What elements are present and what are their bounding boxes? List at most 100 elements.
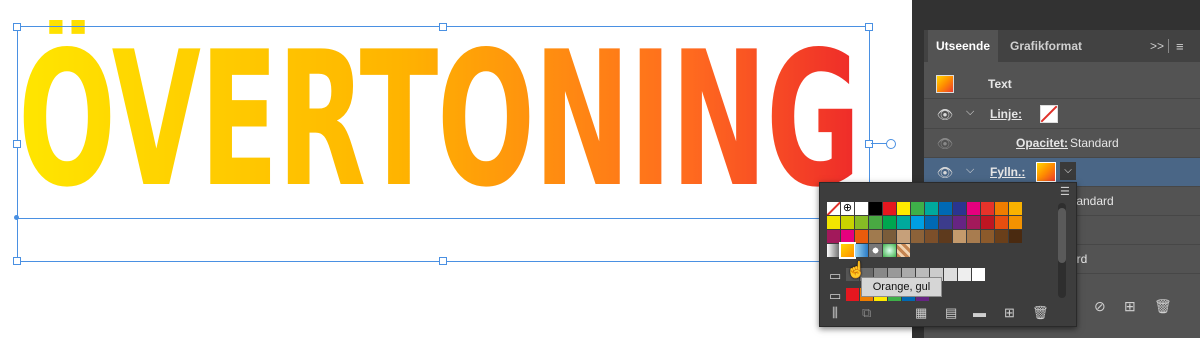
- swatch[interactable]: [869, 230, 882, 243]
- swatch[interactable]: [827, 230, 840, 243]
- swatch[interactable]: [883, 202, 896, 215]
- resize-handle-ml[interactable]: [13, 140, 21, 148]
- chevron-down-icon[interactable]: ⌵: [966, 164, 974, 177]
- swatch[interactable]: [827, 216, 840, 229]
- swatch[interactable]: [1009, 202, 1022, 215]
- tab-utseende[interactable]: Utseende: [928, 30, 999, 62]
- swatch[interactable]: [953, 202, 966, 215]
- swatch[interactable]: [897, 202, 910, 215]
- swatch[interactable]: [911, 230, 924, 243]
- swatch[interactable]: [897, 216, 910, 229]
- swatch[interactable]: [883, 230, 896, 243]
- delete-swatch-icon[interactable]: 🗑: [1032, 305, 1049, 321]
- row-stroke[interactable]: 👁 ⌵ Linje:: [924, 100, 1200, 129]
- swatch[interactable]: [995, 230, 1008, 243]
- object-thumbnail: [936, 75, 954, 93]
- swatch-registration[interactable]: ⊕: [841, 202, 854, 215]
- swatch[interactable]: [925, 202, 938, 215]
- color-group-folder-icon[interactable]: ▭: [829, 288, 841, 304]
- swatch[interactable]: [953, 216, 966, 229]
- eye-icon[interactable]: 👁: [932, 107, 958, 123]
- swatch-gradient-green[interactable]: [883, 244, 896, 257]
- swatch-grid: ⊕: [827, 202, 1022, 259]
- swatch[interactable]: [981, 202, 994, 215]
- fill-dropdown-chevron-icon[interactable]: ⌵: [1060, 162, 1076, 180]
- swatch[interactable]: [846, 288, 859, 301]
- swatch[interactable]: [939, 230, 952, 243]
- swatch-options-icon[interactable]: ▦: [915, 305, 927, 321]
- swatch[interactable]: [939, 216, 952, 229]
- swatch[interactable]: [967, 216, 980, 229]
- chevron-down-icon[interactable]: ⌵: [966, 106, 974, 119]
- swatch-pattern-brown[interactable]: [897, 244, 910, 257]
- row-text-object[interactable]: Text: [924, 70, 1200, 99]
- swatch-scrollbar[interactable]: [1058, 203, 1066, 298]
- swatch[interactable]: [883, 216, 896, 229]
- swatch[interactable]: [869, 216, 882, 229]
- resize-handle-mr[interactable]: [865, 140, 873, 148]
- divider: [1168, 39, 1169, 53]
- swatch[interactable]: [925, 216, 938, 229]
- swatch[interactable]: [995, 216, 1008, 229]
- swatches-popup[interactable]: ☰ ⊕ ▭ ▭ ⫼ ⧉ ▦ ▤ ▬ ⊞ 🗑: [819, 182, 1077, 327]
- clear-appearance-icon[interactable]: ⊘: [1094, 298, 1106, 315]
- text-anchor-dot[interactable]: [14, 215, 19, 220]
- swatch[interactable]: [1009, 230, 1022, 243]
- panel-menu-icon[interactable]: ≡: [1176, 39, 1184, 54]
- resize-handle-tl[interactable]: [13, 23, 21, 31]
- stroke-label[interactable]: Linje:: [990, 107, 1022, 121]
- text-out-port[interactable]: [886, 139, 896, 149]
- swatch[interactable]: [911, 202, 924, 215]
- swatch[interactable]: [995, 202, 1008, 215]
- eye-icon-dimmed[interactable]: 👁: [932, 136, 958, 152]
- collapse-panel-icon[interactable]: >>: [1150, 39, 1164, 53]
- scrollbar-thumb[interactable]: [1058, 208, 1066, 263]
- swatch[interactable]: [953, 230, 966, 243]
- swatch-gradient-blue[interactable]: [855, 244, 868, 257]
- swatch[interactable]: [958, 268, 971, 281]
- swatch[interactable]: [944, 268, 957, 281]
- swatch[interactable]: [869, 202, 882, 215]
- swatch[interactable]: [855, 230, 868, 243]
- swatch-none[interactable]: [827, 202, 840, 215]
- swatch[interactable]: [967, 230, 980, 243]
- swatch[interactable]: [841, 216, 854, 229]
- swatch-pattern[interactable]: [869, 244, 882, 257]
- swatch[interactable]: [1009, 216, 1022, 229]
- eye-icon[interactable]: 👁: [932, 165, 958, 181]
- swatch[interactable]: [939, 202, 952, 215]
- place-swatches-icon[interactable]: ⧉: [862, 305, 871, 321]
- resize-handle-bl[interactable]: [13, 257, 21, 265]
- swatch-gradient-gray[interactable]: [827, 244, 840, 257]
- delete-item-icon[interactable]: 🗑: [1154, 298, 1172, 315]
- new-swatch-icon[interactable]: ⊞: [1004, 305, 1015, 321]
- fill-label[interactable]: Fylln.:: [990, 165, 1025, 179]
- swatch-libraries-icon[interactable]: ⫼: [832, 305, 838, 321]
- swatch-gradient-orange-yellow[interactable]: [839, 242, 856, 259]
- artboard-canvas[interactable]: ÖVERTONING: [0, 0, 912, 338]
- duplicate-item-icon[interactable]: ⊞: [1124, 298, 1136, 315]
- swatch-list-view-icon[interactable]: ☰: [1060, 185, 1070, 198]
- swatch[interactable]: [981, 230, 994, 243]
- resize-handle-tr[interactable]: [865, 23, 873, 31]
- fill-gradient-swatch[interactable]: [1036, 162, 1056, 182]
- swatch[interactable]: [855, 202, 868, 215]
- swatch[interactable]: [925, 230, 938, 243]
- swatch[interactable]: [911, 216, 924, 229]
- show-kinds-icon[interactable]: ▤: [945, 305, 957, 321]
- swatch[interactable]: [897, 230, 910, 243]
- swatch[interactable]: [967, 202, 980, 215]
- resize-handle-bm[interactable]: [439, 257, 447, 265]
- opacity-label[interactable]: Opacitet:: [1016, 136, 1068, 150]
- color-group-folder-icon[interactable]: ▭: [829, 268, 841, 284]
- swatch[interactable]: [972, 268, 985, 281]
- resize-handle-tm[interactable]: [439, 23, 447, 31]
- tab-grafikformat[interactable]: Grafikformat: [1002, 30, 1090, 62]
- swatch[interactable]: [841, 230, 854, 243]
- row-opacity[interactable]: 👁 Opacitet: Standard: [924, 129, 1200, 158]
- stroke-none-swatch[interactable]: [1040, 105, 1058, 123]
- swatch[interactable]: [855, 216, 868, 229]
- new-color-group-icon[interactable]: ▬: [973, 305, 986, 320]
- swatch[interactable]: [981, 216, 994, 229]
- text-baseline-box: [17, 26, 870, 219]
